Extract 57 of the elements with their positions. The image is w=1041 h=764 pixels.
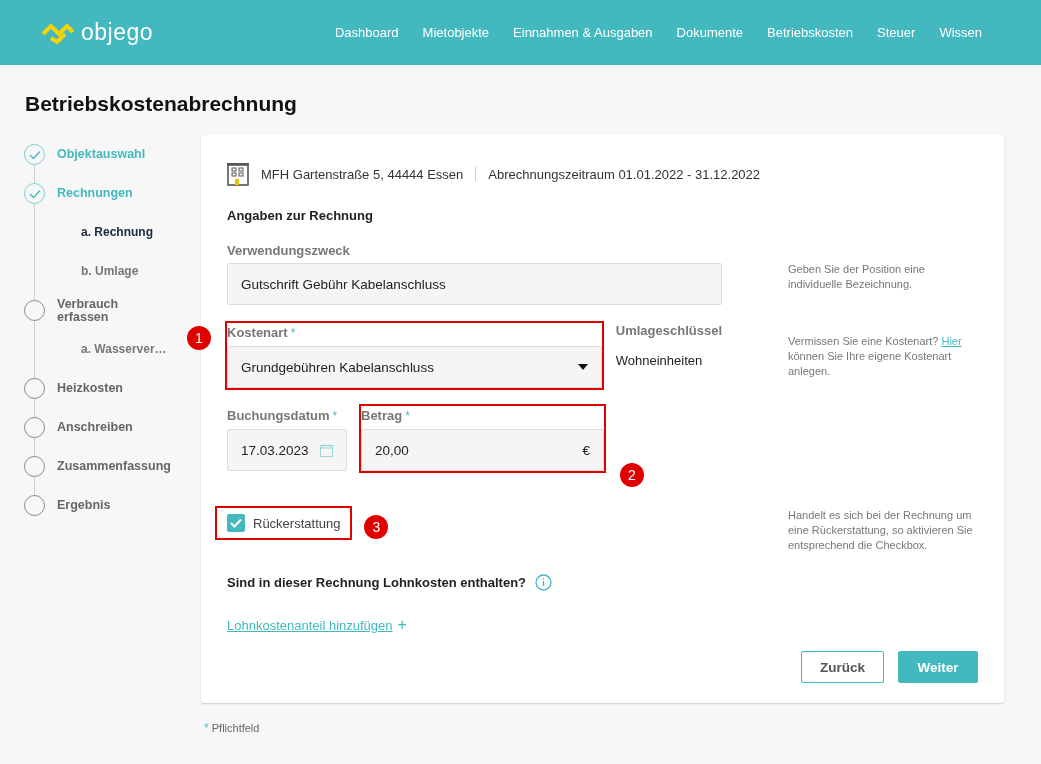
nav-link[interactable]: Dokumente [676, 25, 744, 40]
nav-link[interactable]: Wissen [939, 25, 982, 40]
annotation-number: 3 [364, 515, 389, 539]
step-link[interactable]: Ergebnis [57, 499, 111, 512]
help-text: Handelt es sich bei der Rechnung um eine Rückerstattung, so aktivieren Sie entsprechend die Checkbox. [788, 508, 974, 553]
dropdown-caret-icon [577, 364, 588, 370]
page-title: Betriebskostenabrechnung [25, 92, 298, 117]
billing-period: Abrechnungszeitraum 01.01.2022 - 31.12.2022 [488, 166, 761, 182]
substep-link[interactable]: a. Wasserver… [81, 330, 167, 369]
field-label: Buchungsdatum [227, 408, 330, 423]
annotation-number: 2 [620, 463, 644, 487]
field-label: Kostenart [227, 325, 288, 340]
calendar-icon [320, 443, 333, 457]
logo-text[interactable]: objego [81, 19, 154, 46]
step-link[interactable]: Verbrauch erfassen [57, 297, 173, 324]
amount-field[interactable]: 20,00 € [361, 429, 604, 471]
field-label: Verwendungszweck [227, 243, 351, 258]
substep-link[interactable]: a. Rechnung [81, 213, 153, 252]
required-mark: * [405, 409, 410, 423]
step-link[interactable]: Zusammenfassung [57, 460, 171, 473]
checkbox-label: Rückerstattung [253, 515, 341, 531]
field-label: Umlageschlüssel [615, 323, 722, 338]
nav-link[interactable]: Mietobjekte [422, 25, 490, 40]
date-field[interactable]: 17.03.2023 [227, 429, 347, 471]
plus-icon[interactable]: + [397, 617, 407, 633]
step-link[interactable]: Heizkosten [57, 382, 123, 395]
required-mark: * [332, 409, 338, 423]
section-title: Angaben zur Rechnung [227, 208, 374, 223]
checkbox[interactable] [227, 514, 245, 532]
annotation-number: 1 [187, 326, 211, 350]
nav-link[interactable]: Steuer [877, 25, 916, 40]
cost-type-dropdown[interactable]: Grundgebühren Kabelanschluss [227, 346, 602, 388]
help-link[interactable]: Hier [941, 335, 962, 347]
info-icon[interactable] [535, 574, 553, 591]
next-button[interactable]: Weiter [898, 651, 978, 683]
building-icon [227, 162, 249, 186]
required-mark: * [204, 721, 209, 735]
question-text: Sind in dieser Rechnung Lohnkosten enthalten? [227, 575, 527, 590]
add-link[interactable]: Lohnkostenanteil hinzufügen [227, 617, 393, 633]
property-address: MFH Gartenstraße 5, 44444 Essen [261, 166, 464, 182]
nav-link[interactable]: Dashboard [335, 25, 399, 40]
currency-symbol: € [582, 442, 590, 458]
allocation-value: Wohneinheiten [615, 353, 704, 368]
field-label: Betrag [361, 408, 403, 423]
back-button[interactable]: Zurück [801, 651, 884, 683]
step-link[interactable]: Rechnungen [57, 187, 133, 200]
required-mark: * [290, 326, 296, 340]
logo-icon [41, 21, 75, 44]
step-link[interactable]: Objektauswahl [57, 148, 146, 161]
step-link[interactable]: Anschreiben [57, 421, 133, 434]
substep-link[interactable]: b. Umlage [81, 252, 139, 291]
help-text: Geben Sie der Position eine individuelle Bezeichnung. [788, 262, 926, 292]
nav-link[interactable]: Einnahmen & Ausgaben [513, 25, 653, 40]
footnote-text: Pflichtfeld [211, 722, 260, 734]
purpose-field[interactable]: Gutschrift Gebühr Kabelanschluss [227, 263, 722, 305]
nav-link[interactable]: Betriebskosten [767, 25, 854, 40]
help-text: Vermissen Sie eine Kostenart? Hier können Sie Ihre eigene Kostenart anlegen. [788, 334, 963, 379]
